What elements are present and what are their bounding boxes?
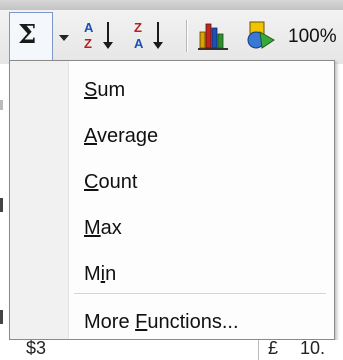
svg-text:Z: Z (134, 20, 142, 35)
chart-wizard-icon[interactable] (196, 18, 232, 52)
autosum-dropdown-arrow[interactable] (59, 35, 69, 41)
autosum-dropdown-menu: Sum Average Count Max Min More Functions… (9, 60, 335, 340)
svg-text:A: A (84, 20, 94, 35)
menu-item-max[interactable]: Max (84, 217, 122, 240)
standard-toolbar: Σ A Z Z A 100% (0, 0, 343, 64)
menu-separator (74, 293, 326, 295)
sheet-edge-mark (0, 198, 3, 212)
autosum-icon: Σ (18, 20, 37, 50)
cell-gridline (258, 340, 259, 360)
toolbar-separator (186, 20, 187, 52)
sort-ascending-icon[interactable]: A Z (82, 18, 118, 52)
menu-icon-gutter (10, 61, 69, 339)
zoom-level[interactable]: 100% (288, 26, 337, 48)
menu-item-count[interactable]: Count (84, 171, 137, 194)
menu-item-average[interactable]: Average (84, 125, 158, 148)
menu-item-min[interactable]: Min (84, 263, 116, 286)
sheet-cell-value: 10. (300, 338, 326, 358)
drawing-icon[interactable] (242, 18, 278, 52)
svg-text:A: A (134, 36, 144, 51)
svg-text:Z: Z (84, 36, 92, 51)
sheet-cell-left: $3 (26, 338, 47, 358)
menu-item-sum[interactable]: Sum (84, 79, 125, 102)
sheet-edge-mark (0, 100, 3, 110)
sort-descending-icon[interactable]: Z A (132, 18, 168, 52)
sheet-cell-currency: £ (268, 338, 279, 358)
sheet-row (0, 340, 343, 360)
toolbar-top-border (0, 0, 343, 10)
sheet-edge-mark (0, 310, 3, 324)
menu-item-more-functions[interactable]: More Functions... (84, 311, 239, 334)
